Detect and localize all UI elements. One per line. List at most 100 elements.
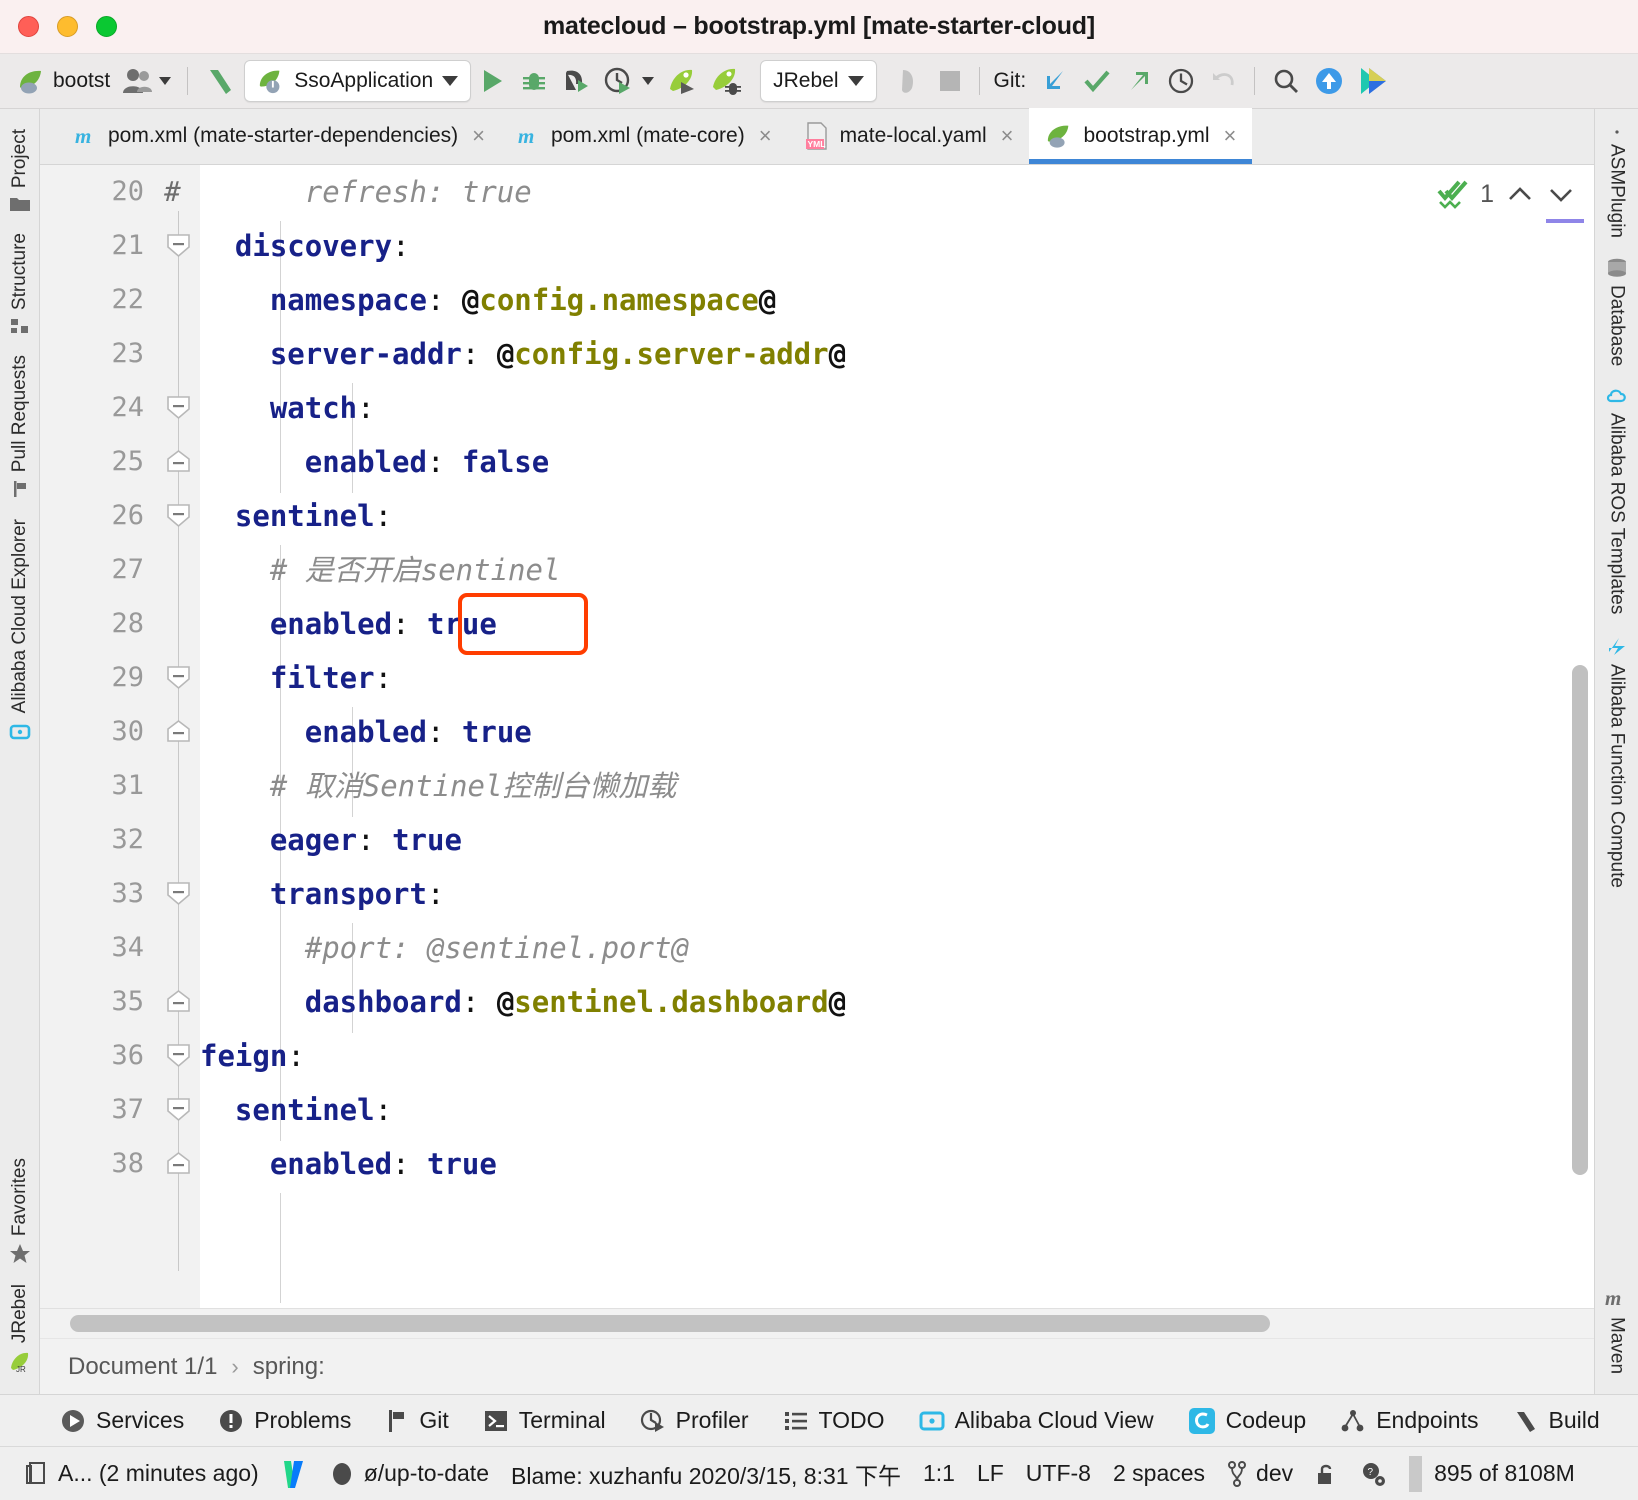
editor-tab-pom-dependencies[interactable]: m pom.xml (mate-starter-dependencies) ×	[58, 108, 501, 164]
jrebel-run-button[interactable]	[660, 61, 704, 101]
editor-tab-mate-local-yaml[interactable]: YML mate-local.yaml ×	[788, 108, 1030, 164]
tool-button-todo[interactable]: TODO	[783, 1407, 885, 1434]
code-line[interactable]: sentinel:	[200, 489, 1594, 543]
code-editor[interactable]: 20 21 22 23 24 25 26 27 28 29 30 31 32 33 34 35 36 37 38 #…	[40, 165, 1594, 1308]
upload-button[interactable]	[1307, 61, 1351, 101]
stop-button[interactable]	[931, 61, 969, 101]
code-line[interactable]: namespace: @config.namespace@	[200, 273, 1594, 327]
sidebar-item-pull-requests[interactable]: Pull Requests	[9, 345, 31, 509]
sidebar-item-project[interactable]: Project	[9, 119, 31, 223]
code-line[interactable]: #port: @sentinel.port@	[200, 921, 1594, 975]
fold-collapse-icon[interactable]	[166, 395, 191, 420]
code-line[interactable]: enabled: true	[200, 1137, 1594, 1191]
code-line[interactable]: enabled: true	[200, 705, 1594, 759]
tool-button-alibaba-cloud-view[interactable]: Alibaba Cloud View	[919, 1407, 1154, 1434]
editor-gutter[interactable]: 20 21 22 23 24 25 26 27 28 29 30 31 32 33 34 35 36 37 38 #	[40, 165, 200, 1308]
breadcrumb-node[interactable]: spring:	[253, 1353, 325, 1381]
code-line[interactable]: feign:	[200, 1029, 1594, 1083]
profile-run-button[interactable]	[597, 61, 660, 101]
caret-position-widget[interactable]: 1:1	[912, 1460, 966, 1487]
tool-button-git[interactable]: Git	[385, 1407, 449, 1434]
code-line[interactable]: eager: true	[200, 813, 1594, 867]
fold-end-icon[interactable]	[166, 989, 191, 1014]
indent-widget[interactable]: 2 spaces	[1102, 1460, 1216, 1487]
git-rollback-button[interactable]	[1202, 61, 1244, 101]
tool-button-profiler[interactable]: Profiler	[640, 1407, 749, 1434]
editor-tab-pom-core[interactable]: m pom.xml (mate-core) ×	[501, 108, 788, 164]
code-line[interactable]: sentinel:	[200, 1083, 1594, 1137]
build-button[interactable]	[198, 61, 244, 101]
minimize-button[interactable]	[57, 16, 78, 37]
event-log-button[interactable]: A... (2 minutes ago)	[14, 1460, 270, 1487]
code-line[interactable]: enabled: false	[200, 435, 1594, 489]
sidebar-item-structure[interactable]: Structure	[9, 223, 31, 345]
run-button[interactable]	[471, 61, 513, 101]
fold-collapse-icon[interactable]	[166, 1043, 191, 1068]
attach-debugger-button[interactable]	[889, 61, 931, 101]
code-line[interactable]: enabled: true	[200, 597, 1594, 651]
close-icon[interactable]: ×	[1224, 123, 1237, 149]
editor-horizontal-scrollbar[interactable]	[70, 1315, 1270, 1332]
vcs-widget[interactable]	[270, 1459, 318, 1489]
chevron-down-icon[interactable]	[1546, 183, 1576, 205]
code-line[interactable]: refresh: true	[200, 165, 1594, 219]
code-line[interactable]: transport:	[200, 867, 1594, 921]
editor-vertical-scrollbar[interactable]	[1572, 665, 1588, 1175]
tool-button-services[interactable]: Services	[60, 1407, 184, 1434]
sidebar-item-asmplugin[interactable]: ASMPlugin	[1606, 117, 1628, 248]
editor-tab-bootstrap-yml[interactable]: bootstrap.yml ×	[1029, 108, 1253, 164]
fold-collapse-icon[interactable]	[166, 665, 191, 690]
debug-button[interactable]	[513, 61, 555, 101]
fold-collapse-icon[interactable]	[166, 503, 191, 528]
code-content[interactable]: refresh: true discovery: namespace: @con…	[200, 165, 1594, 1308]
sidebar-item-alibaba-function-compute[interactable]: Alibaba Function Compute	[1605, 625, 1629, 898]
tool-button-codeup[interactable]: Codeup	[1188, 1407, 1306, 1435]
code-line[interactable]: dashboard: @sentinel.dashboard@	[200, 975, 1594, 1029]
user-menu-button[interactable]	[116, 61, 177, 101]
idea-services-button[interactable]	[1351, 61, 1395, 101]
close-icon[interactable]: ×	[472, 123, 485, 149]
fold-end-icon[interactable]	[166, 449, 191, 474]
git-push-button[interactable]	[1118, 61, 1160, 101]
sidebar-item-jrebel[interactable]: JR JRebel	[8, 1274, 32, 1384]
tool-button-terminal[interactable]: Terminal	[483, 1407, 606, 1434]
close-button[interactable]	[18, 16, 39, 37]
fold-collapse-icon[interactable]	[166, 233, 191, 258]
lock-widget[interactable]	[1304, 1461, 1348, 1487]
tool-button-problems[interactable]: Problems	[218, 1407, 351, 1434]
sidebar-item-alibaba-cloud-explorer[interactable]: Alibaba Cloud Explorer	[9, 509, 31, 752]
jrebel-debug-button[interactable]	[704, 61, 748, 101]
line-separator-widget[interactable]: LF	[966, 1460, 1015, 1487]
close-icon[interactable]: ×	[1001, 123, 1014, 149]
inspection-widget[interactable]: 1	[1437, 179, 1576, 209]
code-line[interactable]: filter:	[200, 651, 1594, 705]
fold-end-icon[interactable]	[166, 719, 191, 744]
code-line[interactable]: # 是否开启sentinel	[200, 543, 1594, 597]
sidebar-item-alibaba-ros-templates[interactable]: Alibaba ROS Templates	[1605, 376, 1629, 624]
code-line[interactable]: watch:	[200, 381, 1594, 435]
sidebar-item-database[interactable]: Database	[1606, 248, 1628, 376]
close-icon[interactable]: ×	[759, 123, 772, 149]
jrebel-selector[interactable]: JRebel	[760, 60, 877, 102]
branch-widget[interactable]: dev	[1216, 1460, 1304, 1487]
run-with-coverage-button[interactable]	[555, 61, 597, 101]
chevron-up-icon[interactable]	[1505, 183, 1535, 205]
breadcrumb-document[interactable]: Document 1/1	[68, 1353, 217, 1381]
encoding-widget[interactable]: UTF-8	[1015, 1460, 1102, 1487]
sync-status-widget[interactable]: ø/up-to-date	[318, 1460, 500, 1487]
git-update-button[interactable]	[1034, 61, 1076, 101]
search-everywhere-button[interactable]	[1265, 61, 1307, 101]
inspection-settings-widget[interactable]: ?	[1348, 1460, 1398, 1488]
fold-collapse-icon[interactable]	[166, 1097, 191, 1122]
tool-button-endpoints[interactable]: Endpoints	[1340, 1407, 1479, 1434]
run-configuration-selector[interactable]: SsoApplication	[244, 60, 472, 102]
code-line[interactable]: discovery:	[200, 219, 1594, 273]
fold-end-icon[interactable]	[166, 1151, 191, 1176]
code-line[interactable]: server-addr: @config.server-addr@	[200, 327, 1594, 381]
tool-button-build[interactable]: Build	[1513, 1407, 1600, 1434]
project-selector[interactable]: bootst	[10, 61, 116, 101]
zoom-button[interactable]	[96, 16, 117, 37]
git-commit-button[interactable]	[1076, 61, 1118, 101]
sidebar-item-favorites[interactable]: Favorites	[9, 1148, 31, 1274]
git-history-button[interactable]	[1160, 61, 1202, 101]
